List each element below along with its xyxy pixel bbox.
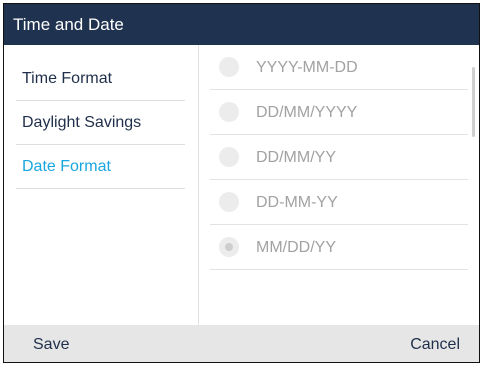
settings-menu: Time Format Daylight Savings Date Format <box>4 45 199 325</box>
screen-title: Time and Date <box>13 15 124 34</box>
menu-item-label: Date Format <box>22 158 111 175</box>
cancel-button[interactable]: Cancel <box>410 325 460 362</box>
menu-item-time-format[interactable]: Time Format <box>16 57 185 101</box>
option-label: DD-MM-YY <box>256 194 338 211</box>
menu-item-daylight-savings[interactable]: Daylight Savings <box>16 101 185 145</box>
menu-item-label: Daylight Savings <box>22 114 142 131</box>
option-yyyy-mm-dd[interactable]: YYYY-MM-DD <box>210 45 468 90</box>
title-bar: Time and Date <box>4 4 479 45</box>
scrollbar[interactable] <box>472 67 475 137</box>
date-format-options: YYYY-MM-DD DD/MM/YYYY DD/MM/YY DD-MM-YY … <box>200 45 479 325</box>
option-dd-mm-yy-slash[interactable]: DD/MM/YY <box>210 135 468 180</box>
option-label: YYYY-MM-DD <box>256 59 358 76</box>
save-button[interactable]: Save <box>33 325 69 362</box>
softkey-bar: Save Cancel <box>4 325 479 362</box>
radio-button[interactable] <box>219 192 239 212</box>
option-label: DD/MM/YY <box>256 149 336 166</box>
radio-button-selected[interactable] <box>219 237 239 257</box>
option-dd-mm-yyyy[interactable]: DD/MM/YYYY <box>210 90 468 135</box>
radio-button[interactable] <box>219 57 239 77</box>
option-label: MM/DD/YY <box>256 239 336 256</box>
radio-button[interactable] <box>219 147 239 167</box>
option-mm-dd-yy[interactable]: MM/DD/YY <box>210 225 468 270</box>
radio-button[interactable] <box>219 102 239 122</box>
menu-item-date-format[interactable]: Date Format <box>16 145 185 189</box>
option-label: DD/MM/YYYY <box>256 104 358 121</box>
time-date-screen: Time and Date Time Format Daylight Savin… <box>3 3 480 363</box>
option-dd-mm-yy-dash[interactable]: DD-MM-YY <box>210 180 468 225</box>
menu-item-label: Time Format <box>22 70 113 87</box>
